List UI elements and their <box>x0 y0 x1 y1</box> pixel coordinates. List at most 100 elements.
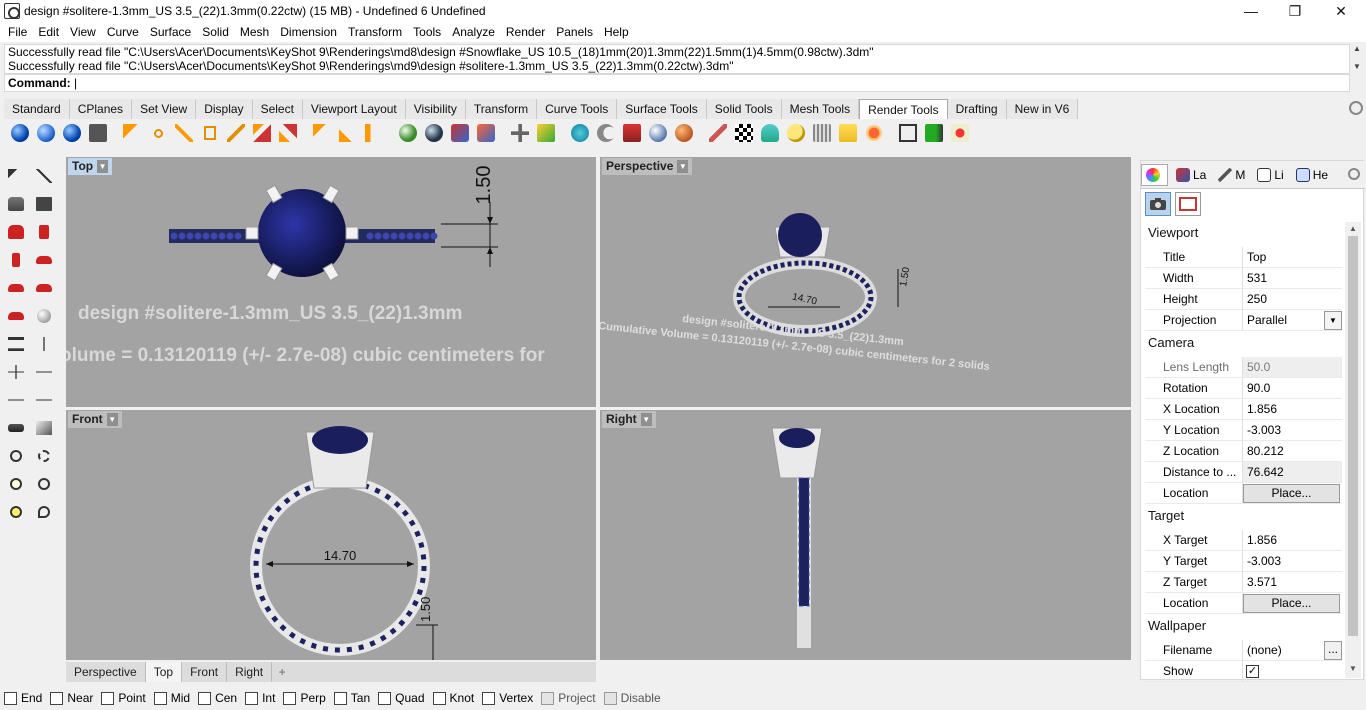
viewport-right[interactable]: Right ▼ <box>600 410 1131 660</box>
target-icon[interactable] <box>30 470 58 498</box>
airplane-icon[interactable] <box>2 386 30 414</box>
z-location-field[interactable]: 80.212 <box>1243 441 1342 462</box>
light-select-icon[interactable] <box>310 121 334 145</box>
toolbar-tab-transform[interactable]: Transform <box>465 99 538 119</box>
render-sphere-icon[interactable] <box>8 121 32 145</box>
title-field[interactable]: Top <box>1243 247 1342 268</box>
panel-tab-properties[interactable] <box>1141 163 1168 186</box>
mesh-icon[interactable] <box>2 414 30 442</box>
osnap-end[interactable]: End <box>4 691 42 705</box>
save-render-icon[interactable] <box>86 121 110 145</box>
y-target-field[interactable]: -3.003 <box>1243 551 1342 572</box>
z-target-field[interactable]: 3.571 <box>1243 572 1342 593</box>
chevron-down-icon[interactable]: ▼ <box>1324 311 1342 330</box>
toolbar-tab-select[interactable]: Select <box>252 99 303 119</box>
toolbar-options-gear-icon[interactable] <box>1349 101 1363 115</box>
text-tool-icon[interactable] <box>2 330 30 358</box>
record-icon[interactable] <box>948 121 972 145</box>
toolbar-tab-new-in-v6[interactable]: New in V6 <box>1006 99 1079 119</box>
show-checkbox[interactable]: ✓ <box>1246 665 1259 678</box>
osnap-checkbox[interactable] <box>153 691 167 705</box>
menu-analyze[interactable]: Analyze <box>448 25 502 39</box>
wood-material-icon[interactable] <box>672 121 696 145</box>
osnap-project[interactable]: Project <box>541 691 596 705</box>
scroll-up-icon[interactable]: ▲ <box>1345 224 1361 233</box>
play-animation-icon[interactable] <box>922 121 946 145</box>
camera-place-button[interactable]: Place... <box>1243 484 1340 503</box>
toolbar-tab-mesh-tools[interactable]: Mesh Tools <box>781 99 860 119</box>
command-input[interactable]: Command: | <box>4 74 1350 92</box>
distance-field[interactable]: 76.642 <box>1243 462 1342 483</box>
toolbar-tab-drafting[interactable]: Drafting <box>947 99 1007 119</box>
rotation-field[interactable]: 90.0 <box>1243 378 1342 399</box>
close-button[interactable]: ✕ <box>1318 0 1364 22</box>
scroll-down-icon[interactable]: ▼ <box>1345 664 1361 673</box>
osnap-int[interactable]: Int <box>245 691 275 705</box>
zoom-selected-icon[interactable] <box>2 498 30 526</box>
viewport-tab-front[interactable]: Front <box>182 662 228 682</box>
osnap-vertex[interactable]: Vertex <box>482 691 533 705</box>
panel-tab-help[interactable]: He <box>1292 164 1332 186</box>
filename-field[interactable]: (none)... <box>1243 640 1342 661</box>
ground-plane-icon[interactable] <box>758 121 782 145</box>
move-icon[interactable] <box>30 386 58 414</box>
y-location-field[interactable]: -3.003 <box>1243 420 1342 441</box>
crescent-icon[interactable] <box>594 121 618 145</box>
rotate-view-icon[interactable] <box>30 498 58 526</box>
viewport-perspective[interactable]: 14.70 1.50 design #solitere-1.3mm_US 3.5… <box>600 157 1131 407</box>
osnap-checkbox[interactable] <box>245 691 259 705</box>
environment-icon[interactable] <box>508 121 532 145</box>
viewport-top[interactable]: 1.50 design #solitere-1.3mm_US 3.5_(22)1… <box>66 157 596 407</box>
toolbar-tab-viewport-layout[interactable]: Viewport Layout <box>302 99 406 119</box>
osnap-mid[interactable]: Mid <box>153 691 190 705</box>
save-icon[interactable] <box>30 190 58 218</box>
folder-icon[interactable] <box>836 121 860 145</box>
cube-icon[interactable] <box>30 414 58 442</box>
gumball-icon[interactable] <box>2 358 30 386</box>
osnap-checkbox[interactable] <box>603 691 617 705</box>
viewport-menu-chevron-icon[interactable]: ▼ <box>97 160 109 173</box>
sphere-icon[interactable] <box>30 302 58 330</box>
vehicle-icon[interactable] <box>2 190 30 218</box>
osnap-point[interactable]: Point <box>101 691 146 705</box>
toolbar-tab-solid-tools[interactable]: Solid Tools <box>706 99 782 119</box>
decal-icon[interactable] <box>568 121 592 145</box>
osnap-checkbox[interactable] <box>432 691 446 705</box>
rectangular-light-icon[interactable] <box>198 121 222 145</box>
zoom-icon[interactable] <box>2 442 30 470</box>
target-place-button[interactable]: Place... <box>1243 594 1340 613</box>
red-car4-icon[interactable] <box>2 302 30 330</box>
material-icon[interactable] <box>396 121 420 145</box>
toolbar-tab-render-tools[interactable]: Render Tools <box>859 99 948 119</box>
toolbar-tab-cplanes[interactable]: CPlanes <box>69 99 133 119</box>
directional-light-icon[interactable] <box>172 121 196 145</box>
height-field[interactable]: 250 <box>1243 289 1342 310</box>
red-car-icon[interactable] <box>2 218 30 246</box>
viewport-menu-chevron-icon[interactable]: ▼ <box>677 160 689 173</box>
menu-help[interactable]: Help <box>600 25 636 39</box>
camera-icon[interactable] <box>1145 192 1171 216</box>
checker-icon[interactable] <box>732 121 756 145</box>
zoom-render-icon[interactable] <box>784 121 808 145</box>
osnap-checkbox[interactable] <box>482 691 496 705</box>
menu-mesh[interactable]: Mesh <box>236 25 276 39</box>
osnap-cen[interactable]: Cen <box>198 691 237 705</box>
light-move-icon[interactable] <box>336 121 360 145</box>
osnap-near[interactable]: Near <box>50 691 93 705</box>
menu-solid[interactable]: Solid <box>198 25 236 39</box>
keyboard-icon[interactable] <box>810 121 834 145</box>
minimize-button[interactable]: — <box>1228 0 1274 22</box>
osnap-checkbox[interactable] <box>283 691 297 705</box>
toolbar-tab-curve-tools[interactable]: Curve Tools <box>537 99 618 119</box>
zoom-extents-icon[interactable] <box>2 470 30 498</box>
viewport-label-top[interactable]: Top ▼ <box>68 158 113 175</box>
command-scrollbar[interactable]: ▲ ▼ <box>1350 44 1364 92</box>
render-preview-icon[interactable] <box>34 121 58 145</box>
viewport-frame-icon[interactable] <box>1175 192 1201 216</box>
texture-icon[interactable] <box>620 121 644 145</box>
point-curve-icon[interactable] <box>30 162 58 190</box>
x-location-field[interactable]: 1.856 <box>1243 399 1342 420</box>
menu-render[interactable]: Render <box>502 25 552 39</box>
viewport-front[interactable]: 14.70 1.50 Front ▼ <box>66 410 596 660</box>
scroll-thumb[interactable] <box>1348 236 1358 636</box>
